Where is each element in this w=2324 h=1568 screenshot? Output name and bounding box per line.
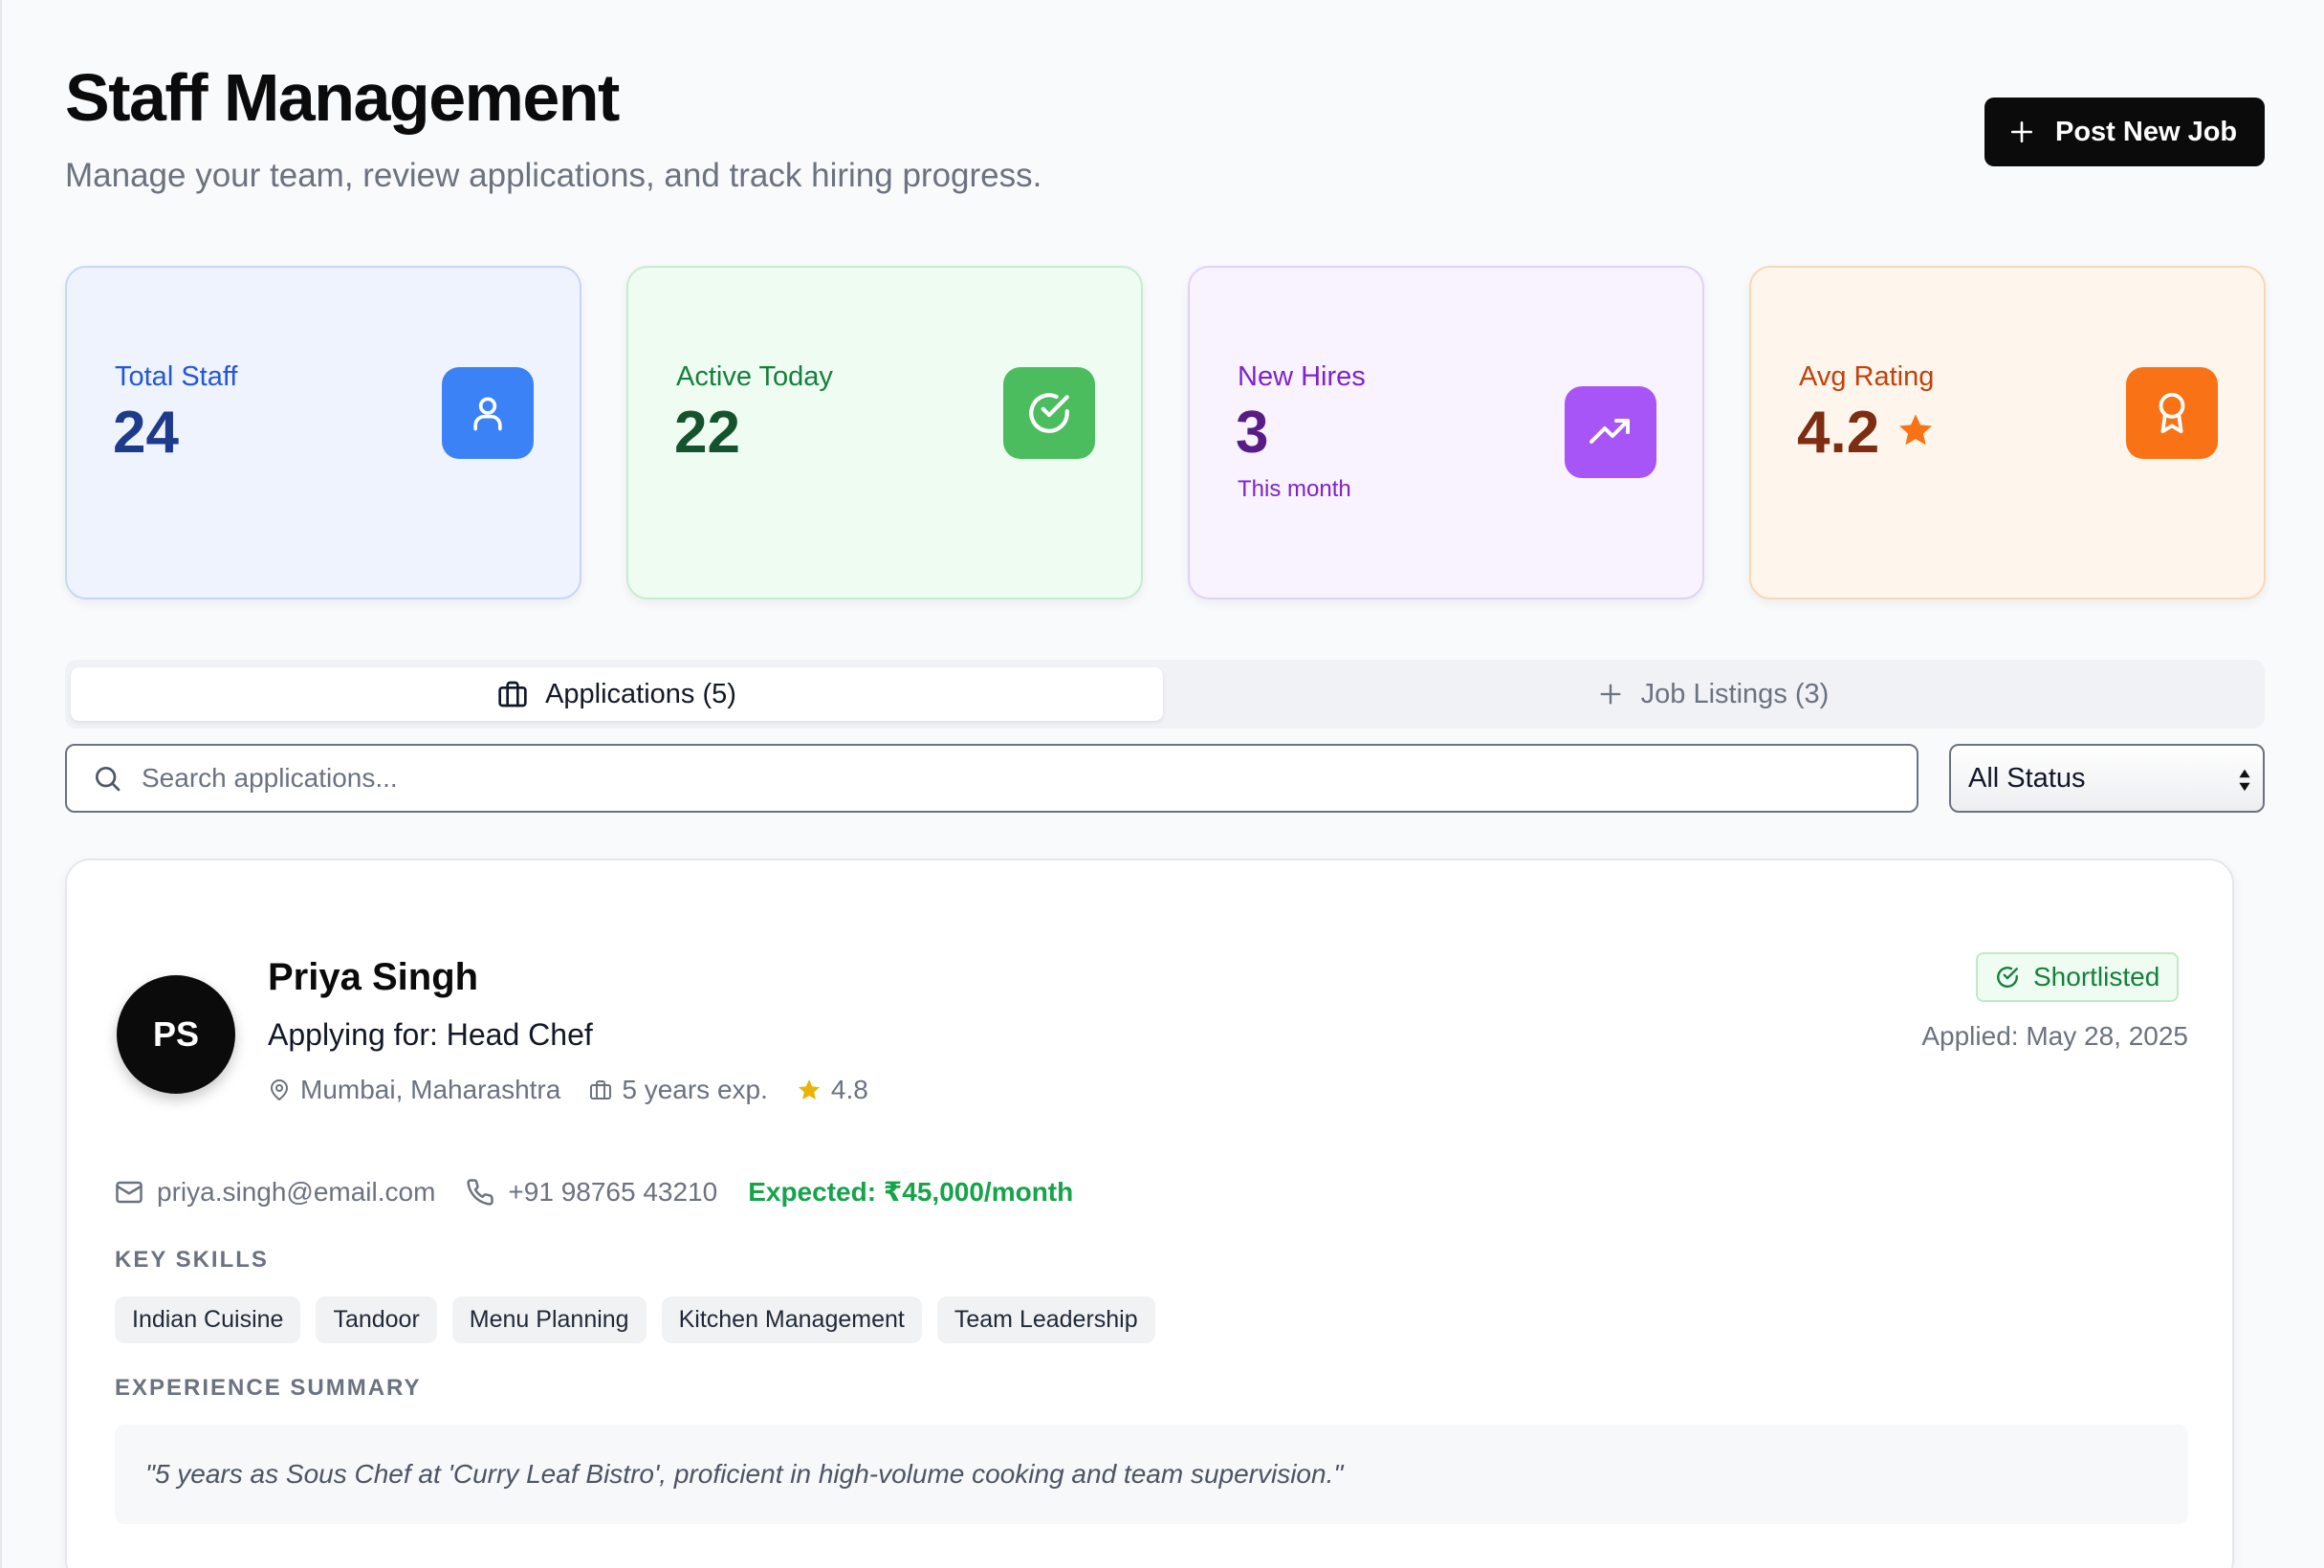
award-icon [2126, 367, 2218, 459]
stat-card-active-today: Active Today 22 [626, 266, 1143, 599]
contact-row: priya.singh@email.com +91 98765 43210 Ex… [115, 1176, 1104, 1208]
status-label: Shortlisted [2033, 962, 2160, 991]
plus-icon [1600, 684, 1621, 705]
map-pin-icon [271, 1079, 288, 1100]
star-icon [798, 1079, 820, 1100]
applied-date: Applied: May 28, 2025 [1921, 1021, 2188, 1051]
post-new-job-label: Post New Job [2055, 116, 2238, 147]
plus-icon [2010, 120, 2033, 143]
briefcase-icon [498, 681, 527, 708]
avatar: PS [117, 975, 235, 1094]
user-icon [442, 367, 534, 459]
experience-summary: "5 years as Sous Chef at 'Curry Leaf Bis… [115, 1425, 2188, 1524]
experience-summary-label: EXPERIENCE SUMMARY [115, 1375, 422, 1401]
phone[interactable]: +91 98765 43210 [508, 1177, 717, 1208]
stat-card-avg-rating: Avg Rating 4.2 [1749, 266, 2266, 599]
post-new-job-button[interactable]: Post New Job [1984, 98, 2265, 166]
skill-chip: Kitchen Management [661, 1296, 922, 1343]
key-skills-label: KEY SKILLS [115, 1247, 269, 1273]
search-input[interactable] [142, 763, 1767, 794]
staff-management-page: Staff Management Manage your team, revie… [0, 0, 2324, 1568]
application-card[interactable]: PS Priya Singh Applying for: Head Chef M… [65, 859, 2234, 1568]
stat-value: 3 [1236, 400, 1269, 466]
star-icon [1899, 414, 1932, 446]
tab-label: Applications (5) [545, 678, 736, 709]
stat-card-new-hires: New Hires 3 This month [1188, 266, 1704, 599]
applicant-name: Priya Singh [268, 956, 479, 998]
tab-job-listings[interactable]: Job Listings (3) [1167, 667, 2259, 721]
mail-icon [116, 1181, 143, 1203]
skills-list: Indian Cuisine Tandoor Menu Planning Kit… [115, 1296, 1155, 1343]
select-arrows-icon [2239, 769, 2250, 792]
stat-value: 22 [674, 400, 740, 466]
tab-bar: Applications (5) Job Listings (3) [65, 660, 2265, 729]
email[interactable]: priya.singh@email.com [157, 1177, 435, 1208]
check-circle-icon [1003, 367, 1095, 459]
location: Mumbai, Maharashtra [300, 1075, 561, 1104]
page-subtitle: Manage your team, review applications, a… [65, 157, 1042, 194]
tab-applications[interactable]: Applications (5) [71, 667, 1163, 721]
status-filter-select[interactable]: All Status [1949, 744, 2265, 813]
rating: 4.8 [830, 1075, 868, 1104]
check-circle-icon [1997, 967, 2018, 988]
stat-value: 4.2 [1797, 400, 1880, 466]
stat-value: 24 [113, 400, 179, 466]
search-box [65, 744, 1918, 813]
status-filter-value: All Status [1968, 762, 2086, 794]
stat-label: Total Staff [115, 361, 238, 392]
stat-extra: This month [1238, 476, 1351, 502]
status-badge: Shortlisted [1976, 952, 2180, 1002]
stat-label: Avg Rating [1799, 361, 1935, 392]
skill-chip: Team Leadership [936, 1296, 1155, 1343]
tab-label: Job Listings (3) [1640, 678, 1830, 709]
applying-for: Applying for: Head Chef [268, 1017, 593, 1052]
expected-salary: Expected: ₹45,000/month [748, 1177, 1074, 1207]
phone-icon [467, 1178, 494, 1206]
stat-card-total-staff: Total Staff 24 [65, 266, 581, 599]
trending-up-icon [1565, 386, 1656, 478]
briefcase-icon [590, 1080, 612, 1100]
applicant-meta: Mumbai, Maharashtra 5 years exp. 4.8 [268, 1075, 897, 1105]
experience: 5 years exp. [622, 1075, 768, 1104]
skill-chip: Menu Planning [451, 1296, 647, 1343]
page-title: Staff Management [65, 60, 620, 135]
stat-label: New Hires [1238, 361, 1366, 392]
stat-label: Active Today [676, 361, 833, 392]
skill-chip: Indian Cuisine [115, 1296, 301, 1343]
search-icon [96, 767, 121, 792]
skill-chip: Tandoor [316, 1296, 437, 1343]
